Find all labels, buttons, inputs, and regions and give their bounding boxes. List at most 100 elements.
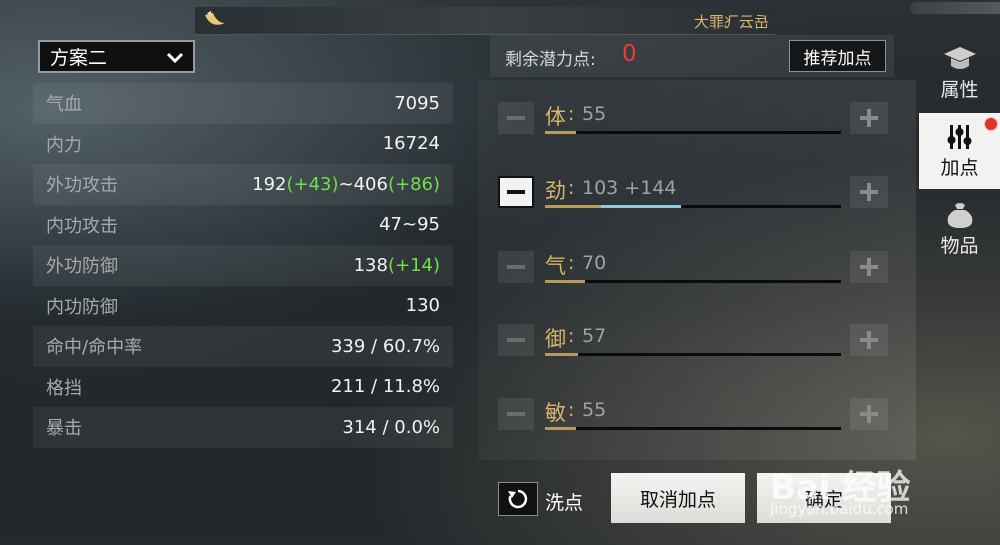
attr-separator: : (568, 325, 575, 347)
plus-icon (860, 331, 878, 349)
attr-row-min: 敏 : 55 (498, 395, 888, 435)
stat-row-ext-attack: 外功攻击 192(+43)~406(+86) (33, 164, 453, 205)
stat-bonus-max: (+86) (387, 173, 440, 195)
stat-label: 内力 (46, 134, 82, 156)
attr-value: 57 (582, 325, 607, 347)
stat-value: 130 (405, 295, 440, 317)
stat-row-mp: 内力 16724 (33, 124, 453, 165)
stat-label: 命中/命中率 (46, 337, 143, 359)
plus-icon (860, 258, 878, 276)
attr-name: 气 (545, 254, 566, 278)
scheme-selected: 方案二 (50, 47, 108, 69)
attr-progress-fill (545, 280, 585, 283)
recommend-points-button[interactable]: 推荐加点 (789, 40, 886, 72)
stat-value: 16724 (382, 133, 440, 155)
tab-add-points[interactable]: 加点 (919, 113, 1000, 189)
cancel-points-button[interactable]: 取消加点 (611, 473, 745, 523)
bag-icon (947, 202, 972, 228)
stat-value: 47~95 (379, 214, 440, 236)
stat-row-crit: 暴击 314 / 0.0% (33, 407, 453, 448)
attr-separator: : (568, 177, 575, 199)
attr-row-jin: 劲 : 103 +144 (498, 173, 888, 213)
stat-value: 138(+14) (354, 255, 440, 276)
minus-icon (507, 265, 525, 269)
attr-progress-added (601, 205, 682, 208)
decrease-button[interactable] (498, 324, 534, 356)
increase-button[interactable] (850, 251, 888, 283)
increase-button[interactable] (850, 176, 888, 208)
attr-progress-track (545, 131, 841, 134)
tab-items[interactable]: 物品 (919, 191, 1000, 267)
stat-label: 格挡 (46, 377, 82, 399)
attr-progress-track (545, 427, 841, 430)
stat-value: 7095 (394, 92, 440, 114)
stat-bonus: (+14) (387, 254, 440, 276)
scheme-dropdown[interactable]: 方案二 (38, 40, 195, 73)
reset-points-button[interactable] (498, 482, 538, 516)
plus-icon (860, 109, 878, 127)
stat-base-min: 192 (252, 173, 287, 195)
banner-title: 岳云飞罪大 (693, 13, 769, 31)
attr-name: 御 (545, 327, 566, 351)
top-right-strip (910, 2, 1000, 14)
attr-row-yu: 御 : 57 (498, 321, 888, 361)
student-cap-icon (943, 46, 976, 69)
stat-label: 气血 (46, 94, 82, 116)
decrease-button[interactable] (498, 102, 534, 134)
stat-label: 内功防御 (46, 296, 118, 318)
attr-separator: : (568, 252, 575, 274)
attr-progress-fill (545, 427, 577, 430)
attr-progress-fill (545, 353, 578, 356)
tab-attributes[interactable]: 属性 (919, 35, 1000, 111)
increase-button[interactable] (850, 398, 888, 430)
decrease-button[interactable] (498, 398, 534, 430)
stat-value: 339 / 60.7% (330, 335, 440, 357)
stat-value: 314 / 0.0% (342, 416, 440, 438)
attr-value: 55 (582, 399, 607, 421)
stat-label: 内功攻击 (46, 215, 118, 237)
tab-label: 加点 (940, 156, 979, 179)
plus-icon (860, 183, 878, 201)
attr-progress-track (545, 205, 841, 208)
stat-base-max: ~406 (338, 173, 388, 195)
tab-label: 物品 (940, 234, 979, 257)
stat-row-hp: 气血 7095 (33, 83, 453, 124)
attr-value: 70 (582, 252, 607, 274)
attr-row-ti: 体 : 55 (498, 99, 888, 139)
stat-bonus-min: (+43) (286, 173, 339, 195)
potential-header: 剩余潜力点: 0 推荐加点 (490, 35, 894, 77)
stat-value: 192(+43)~406(+86) (252, 174, 440, 195)
stat-label: 暴击 (46, 418, 82, 440)
minus-icon (507, 412, 525, 416)
attr-value: 103 +144 (582, 177, 677, 199)
stat-row-hit: 命中/命中率 339 / 60.7% (33, 326, 453, 367)
stat-value: 211 / 11.8% (330, 376, 440, 398)
sliders-icon (947, 124, 971, 149)
stat-label: 外功防御 (46, 256, 118, 278)
notification-dot (984, 117, 998, 131)
stat-row-int-defense: 内功防御 130 (33, 286, 453, 327)
stat-label: 外功攻击 (46, 175, 118, 197)
attr-progress-fill (545, 205, 602, 208)
attr-separator: : (568, 399, 575, 421)
plus-icon (860, 405, 878, 423)
right-sidebar: 属性 加点 物品 (919, 35, 1000, 545)
decrease-button[interactable] (498, 176, 534, 208)
top-banner: 岳云飞罪大 (195, 7, 775, 35)
increase-button[interactable] (850, 102, 888, 134)
potential-label: 剩余潜力点: (505, 50, 596, 70)
reset-points-label[interactable]: 洗点 (545, 488, 583, 515)
stat-row-ext-defense: 外功防御 138(+14) (33, 245, 453, 286)
decrease-button[interactable] (498, 251, 534, 283)
attr-progress-track (545, 280, 841, 283)
stat-row-int-attack: 内功攻击 47~95 (33, 205, 453, 246)
increase-button[interactable] (850, 324, 888, 356)
stat-row-block: 格挡 211 / 11.8% (33, 367, 453, 408)
attr-progress-fill (545, 131, 577, 134)
attr-separator: : (568, 103, 575, 125)
attr-name: 体 (545, 105, 566, 129)
confirm-button[interactable]: 确定 (757, 473, 891, 523)
potential-value: 0 (622, 41, 637, 67)
stat-base: 138 (353, 254, 388, 276)
stats-panel: 气血 7095 内力 16724 外功攻击 192(+43)~406(+86) … (33, 83, 453, 448)
